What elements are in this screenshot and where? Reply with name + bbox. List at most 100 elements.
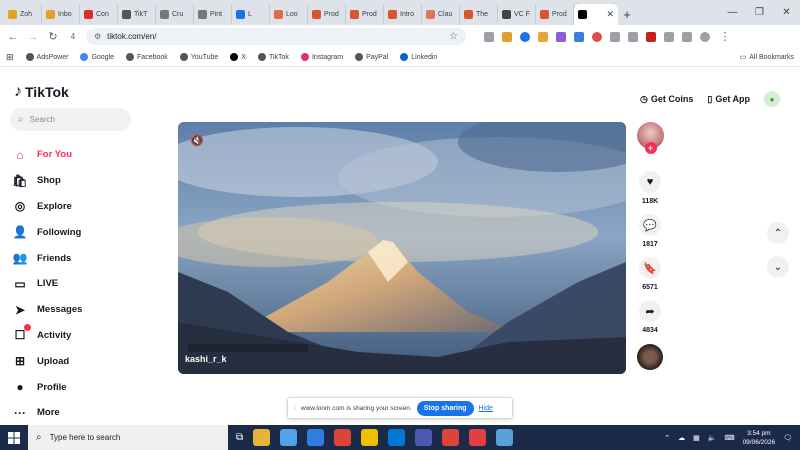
drag-handle-icon[interactable]: ⁞ <box>294 405 296 412</box>
browser-tab[interactable]: Zoh <box>4 4 42 25</box>
reload-icon[interactable]: ↻ <box>46 30 60 43</box>
chevron-up-icon[interactable]: ⌃ <box>664 434 670 442</box>
language-icon[interactable]: ⌨ <box>724 434 734 442</box>
browser-tab[interactable]: Cru <box>156 4 194 25</box>
puzzle-icon[interactable] <box>664 31 674 42</box>
sidebar-icon[interactable] <box>682 31 692 42</box>
bookmark-icon[interactable]: 🔖 <box>639 257 661 279</box>
browser-tab[interactable]: TikT <box>118 4 156 25</box>
music-disc-icon[interactable] <box>637 344 663 370</box>
sidebar-item-friends[interactable]: 👥 Friends <box>12 245 162 271</box>
bookmark-item[interactable]: YouTube <box>179 53 218 61</box>
menu-kebab-icon[interactable]: ⋮ <box>718 30 732 43</box>
pinned-app-icon[interactable] <box>307 429 325 446</box>
bookmark-item[interactable]: Facebook <box>126 53 168 61</box>
sidebar-item-more[interactable]: ··· More <box>12 400 162 426</box>
taskbar-clock[interactable]: 3:54 pm 09/06/2026 <box>743 429 776 447</box>
chevron-down-icon[interactable]: ⌄ <box>767 256 789 278</box>
new-tab-button[interactable]: + <box>618 4 636 25</box>
sidebar-item-for-you[interactable]: ⌂ For You <box>12 142 162 168</box>
all-bookmarks-button[interactable]: ▭ All Bookmarks <box>740 53 794 62</box>
tiktok-logo[interactable]: ♪ TikTok <box>14 83 69 101</box>
stop-sharing-button[interactable]: Stop sharing <box>416 400 474 416</box>
get-coins-button[interactable]: ◷ Get Coins <box>640 94 693 105</box>
pinned-app-icon[interactable] <box>496 429 514 446</box>
browser-tab[interactable]: Prod <box>308 4 346 25</box>
forward-arrow-icon[interactable]: → <box>26 31 40 43</box>
sidebar-item-activity[interactable]: ☐ Activity <box>12 323 162 349</box>
network-icon[interactable]: ▦ <box>693 434 700 442</box>
minimize-button[interactable]: — <box>719 0 746 25</box>
extension-icon[interactable] <box>592 31 602 42</box>
browser-tab[interactable]: Loo <box>270 4 308 25</box>
pinned-app-icon[interactable] <box>361 429 379 446</box>
extension-icon[interactable] <box>484 31 494 42</box>
chevron-up-icon[interactable]: ⌃ <box>767 222 789 244</box>
pinned-app-icon[interactable] <box>469 429 487 446</box>
creator-avatar[interactable]: + <box>636 122 664 154</box>
search-input[interactable]: ⌕ Search <box>10 108 131 131</box>
browser-tab[interactable]: Intro <box>384 4 422 25</box>
address-bar[interactable]: ⚙ tiktok.com/en/ ☆ <box>86 28 466 45</box>
extension-icon[interactable] <box>646 31 656 42</box>
get-app-button[interactable]: ▯ Get App <box>707 94 750 105</box>
maximize-button[interactable]: ❐ <box>746 0 773 25</box>
extension-icon[interactable] <box>520 31 530 42</box>
bookmark-item[interactable]: Instagram <box>300 53 343 61</box>
tab-tiktok-active[interactable]: ✕ <box>574 4 618 25</box>
sidebar-item-explore[interactable]: ◎ Explore <box>12 194 162 220</box>
pinned-app-icon[interactable] <box>253 429 271 446</box>
pinned-app-icon[interactable] <box>442 429 460 446</box>
extension-icon[interactable] <box>556 31 566 42</box>
browser-tab[interactable]: L <box>232 4 270 25</box>
windows-start-button[interactable] <box>0 425 28 450</box>
back-arrow-icon[interactable]: ← <box>6 31 20 43</box>
sidebar-item-profile[interactable]: ● Profile <box>12 374 162 400</box>
extension-icon[interactable] <box>628 31 638 42</box>
bookmark-item[interactable]: PayPal <box>355 53 388 61</box>
user-avatar[interactable]: ● <box>764 91 780 107</box>
video-author[interactable]: kashi_r_k <box>185 354 227 364</box>
mute-icon[interactable]: 🔇 <box>190 134 204 147</box>
share-arrow-icon[interactable]: ➦ <box>639 300 661 322</box>
pinned-app-icon[interactable] <box>334 429 352 446</box>
hide-sharing-bar-link[interactable]: Hide <box>479 405 493 412</box>
sidebar-item-upload[interactable]: ⊞ Upload <box>12 348 162 374</box>
sidebar-item-messages[interactable]: ➤ Messages <box>12 297 162 323</box>
task-view-icon[interactable]: ⧉ <box>236 432 243 443</box>
extension-icon[interactable] <box>574 31 584 42</box>
browser-tab[interactable]: The <box>460 4 498 25</box>
volume-icon[interactable]: 🔈 <box>708 434 717 442</box>
extension-icon[interactable] <box>538 31 548 42</box>
camera-icon[interactable] <box>610 31 620 42</box>
browser-tab[interactable]: VC F <box>498 4 536 25</box>
cloud-icon[interactable]: ☁ <box>678 434 685 442</box>
browser-tab[interactable]: Pint <box>194 4 232 25</box>
profile-avatar-icon[interactable] <box>700 31 710 42</box>
sidebar-item-following[interactable]: 👤 Following <box>12 219 162 245</box>
pinned-app-icon[interactable] <box>388 429 406 446</box>
browser-tab[interactable]: Clau <box>422 4 460 25</box>
heart-icon[interactable]: ♥ <box>639 171 661 193</box>
notifications-icon[interactable]: 🗨 <box>783 434 792 442</box>
browser-tab[interactable]: Inbo <box>42 4 80 25</box>
bookmark-item[interactable]: Linkedin <box>400 53 437 61</box>
apps-grid-icon[interactable]: ⊞ <box>6 52 14 63</box>
bookmark-star-icon[interactable]: ☆ <box>449 31 458 42</box>
pinned-app-icon[interactable] <box>415 429 433 446</box>
taskbar-search-input[interactable]: ⌕ Type here to search <box>28 425 228 450</box>
browser-tab[interactable]: Con <box>80 4 118 25</box>
browser-tab[interactable]: Prod <box>536 4 574 25</box>
bookmark-item[interactable]: AdsPower <box>25 53 68 61</box>
sidebar-item-shop[interactable]: 🛍 Shop <box>12 168 162 194</box>
browser-tab[interactable]: Prod <box>346 4 384 25</box>
sidebar-item-live[interactable]: ▭ LIVE <box>12 271 162 297</box>
site-info-icon[interactable]: ⚙ <box>94 32 101 41</box>
close-window-button[interactable]: ✕ <box>773 0 800 25</box>
comment-icon[interactable]: 💬 <box>639 214 661 236</box>
bookmark-item[interactable]: Google <box>80 53 114 61</box>
extension-icon[interactable] <box>502 31 512 42</box>
video-player[interactable]: 🔇 kashi_r_k <box>178 122 626 374</box>
bookmark-item[interactable]: X <box>230 53 246 61</box>
pinned-app-icon[interactable] <box>280 429 298 446</box>
